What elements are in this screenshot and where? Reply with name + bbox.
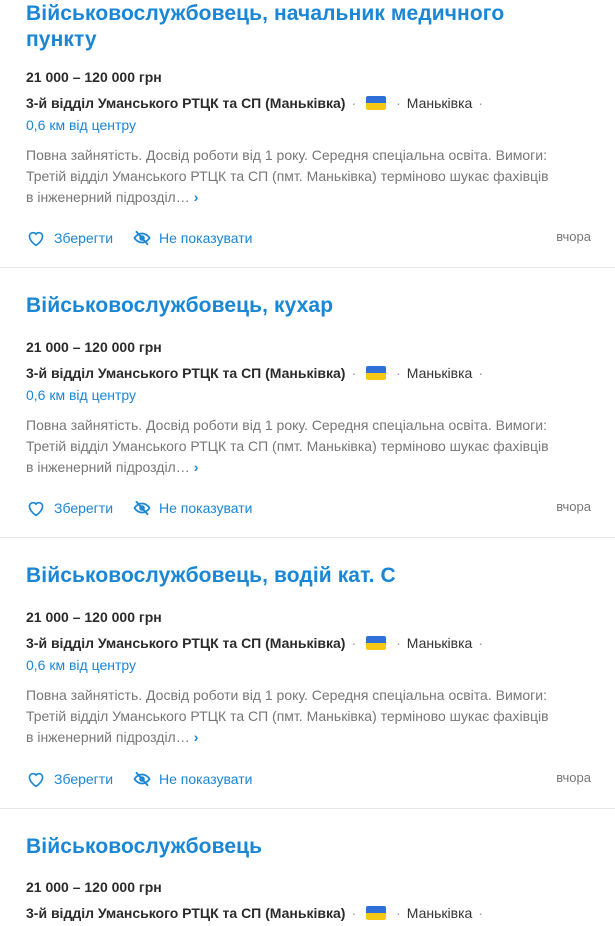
eye-off-icon [133, 230, 151, 246]
heart-icon [28, 501, 44, 517]
heart-icon [28, 772, 44, 788]
separator: · [396, 95, 401, 111]
city: Маньківка [406, 905, 473, 921]
vacancy-title[interactable]: Військовослужбовець, кухар [26, 293, 546, 319]
distance-from-center[interactable]: 0,6 км від центру [26, 385, 136, 405]
save-label: Зберегти [54, 230, 114, 246]
separator: · [396, 365, 401, 381]
vacancy-list: Військовослужбовець, начальник медичного… [0, 0, 615, 926]
expand-description-icon[interactable]: › [194, 459, 199, 475]
separator: · [396, 905, 401, 921]
heart-icon [28, 231, 44, 247]
description-text: Повна зайнятість. Досвід роботи від 1 ро… [26, 417, 549, 475]
card-actions: Зберегти Не показувати вчора [26, 496, 591, 520]
separator: · [351, 635, 357, 651]
company-name[interactable]: 3-й відділ Уманського РТЦК та СП (Манькі… [26, 363, 345, 383]
ukraine-flag-icon [366, 906, 387, 920]
ukraine-flag-icon [366, 366, 387, 380]
vacancy-card: Військовослужбовець, начальник медичного… [0, 0, 615, 268]
salary: 21 000 – 120 000 грн [26, 879, 162, 895]
vacancy-title[interactable]: Військовослужбовець [26, 834, 546, 860]
city: Маньківка [406, 95, 473, 111]
save-label: Зберегти [54, 771, 114, 787]
salary: 21 000 – 120 000 грн [26, 69, 162, 85]
city: Маньківка [406, 365, 473, 381]
separator: · [478, 95, 483, 111]
salary: 21 000 – 120 000 грн [26, 609, 162, 625]
posted-date: вчора [556, 770, 591, 785]
vacancy-card: Військовослужбовець 21 000 – 120 000 грн… [0, 809, 615, 926]
posted-date: вчора [556, 499, 591, 514]
ukraine-flag-icon [366, 636, 387, 650]
vacancy-title[interactable]: Військовослужбовець, водій кат. С [26, 563, 546, 589]
company-row: 3-й відділ Уманського РТЦК та СП (Манькі… [26, 363, 489, 383]
hide-label: Не показувати [159, 230, 253, 246]
save-button[interactable]: Зберегти [26, 229, 113, 247]
save-label: Зберегти [54, 500, 114, 516]
hide-button[interactable]: Не показувати [133, 499, 252, 517]
separator: · [351, 95, 357, 111]
vacancy-card: Військовослужбовець, водій кат. С 21 000… [0, 538, 615, 809]
description-text: Повна зайнятість. Досвід роботи від 1 ро… [26, 687, 549, 745]
separator: · [478, 635, 483, 651]
description-text: Повна зайнятість. Досвід роботи від 1 ро… [26, 147, 549, 205]
separator: · [351, 365, 357, 381]
company-name[interactable]: 3-й відділ Уманського РТЦК та СП (Манькі… [26, 903, 345, 923]
separator: · [478, 905, 483, 921]
card-actions: Зберегти Не показувати вчора [26, 767, 591, 791]
save-button[interactable]: Зберегти [26, 770, 113, 788]
distance-from-center[interactable]: 0,6 км від центру [26, 655, 136, 675]
distance-from-center[interactable]: 0,6 км від центру [26, 115, 136, 135]
vacancy-description: Повна зайнятість. Досвід роботи від 1 ро… [26, 415, 551, 478]
company-row: 3-й відділ Уманського РТЦК та СП (Манькі… [26, 903, 489, 923]
company-row: 3-й відділ Уманського РТЦК та СП (Манькі… [26, 93, 489, 113]
hide-label: Не показувати [159, 500, 253, 516]
hide-button[interactable]: Не показувати [133, 770, 252, 788]
hide-button[interactable]: Не показувати [133, 229, 252, 247]
eye-off-icon [133, 500, 151, 516]
ukraine-flag-icon [366, 96, 387, 110]
salary: 21 000 – 120 000 грн [26, 339, 162, 355]
separator: · [478, 365, 483, 381]
vacancy-card: Військовослужбовець, кухар 21 000 – 120 … [0, 268, 615, 538]
company-name[interactable]: 3-й відділ Уманського РТЦК та СП (Манькі… [26, 93, 345, 113]
card-actions: Зберегти Не показувати вчора [26, 226, 591, 250]
company-row: 3-й відділ Уманського РТЦК та СП (Манькі… [26, 633, 489, 653]
separator: · [396, 635, 401, 651]
city: Маньківка [406, 635, 473, 651]
hide-label: Не показувати [159, 771, 253, 787]
vacancy-description: Повна зайнятість. Досвід роботи від 1 ро… [26, 145, 551, 208]
expand-description-icon[interactable]: › [194, 189, 199, 205]
posted-date: вчора [556, 229, 591, 244]
company-name[interactable]: 3-й відділ Уманського РТЦК та СП (Манькі… [26, 633, 345, 653]
separator: · [351, 905, 357, 921]
eye-off-icon [133, 771, 151, 787]
expand-description-icon[interactable]: › [194, 729, 199, 745]
vacancy-description: Повна зайнятість. Досвід роботи від 1 ро… [26, 685, 551, 748]
vacancy-title[interactable]: Військовослужбовець, начальник медичного… [26, 1, 546, 53]
save-button[interactable]: Зберегти [26, 499, 113, 517]
